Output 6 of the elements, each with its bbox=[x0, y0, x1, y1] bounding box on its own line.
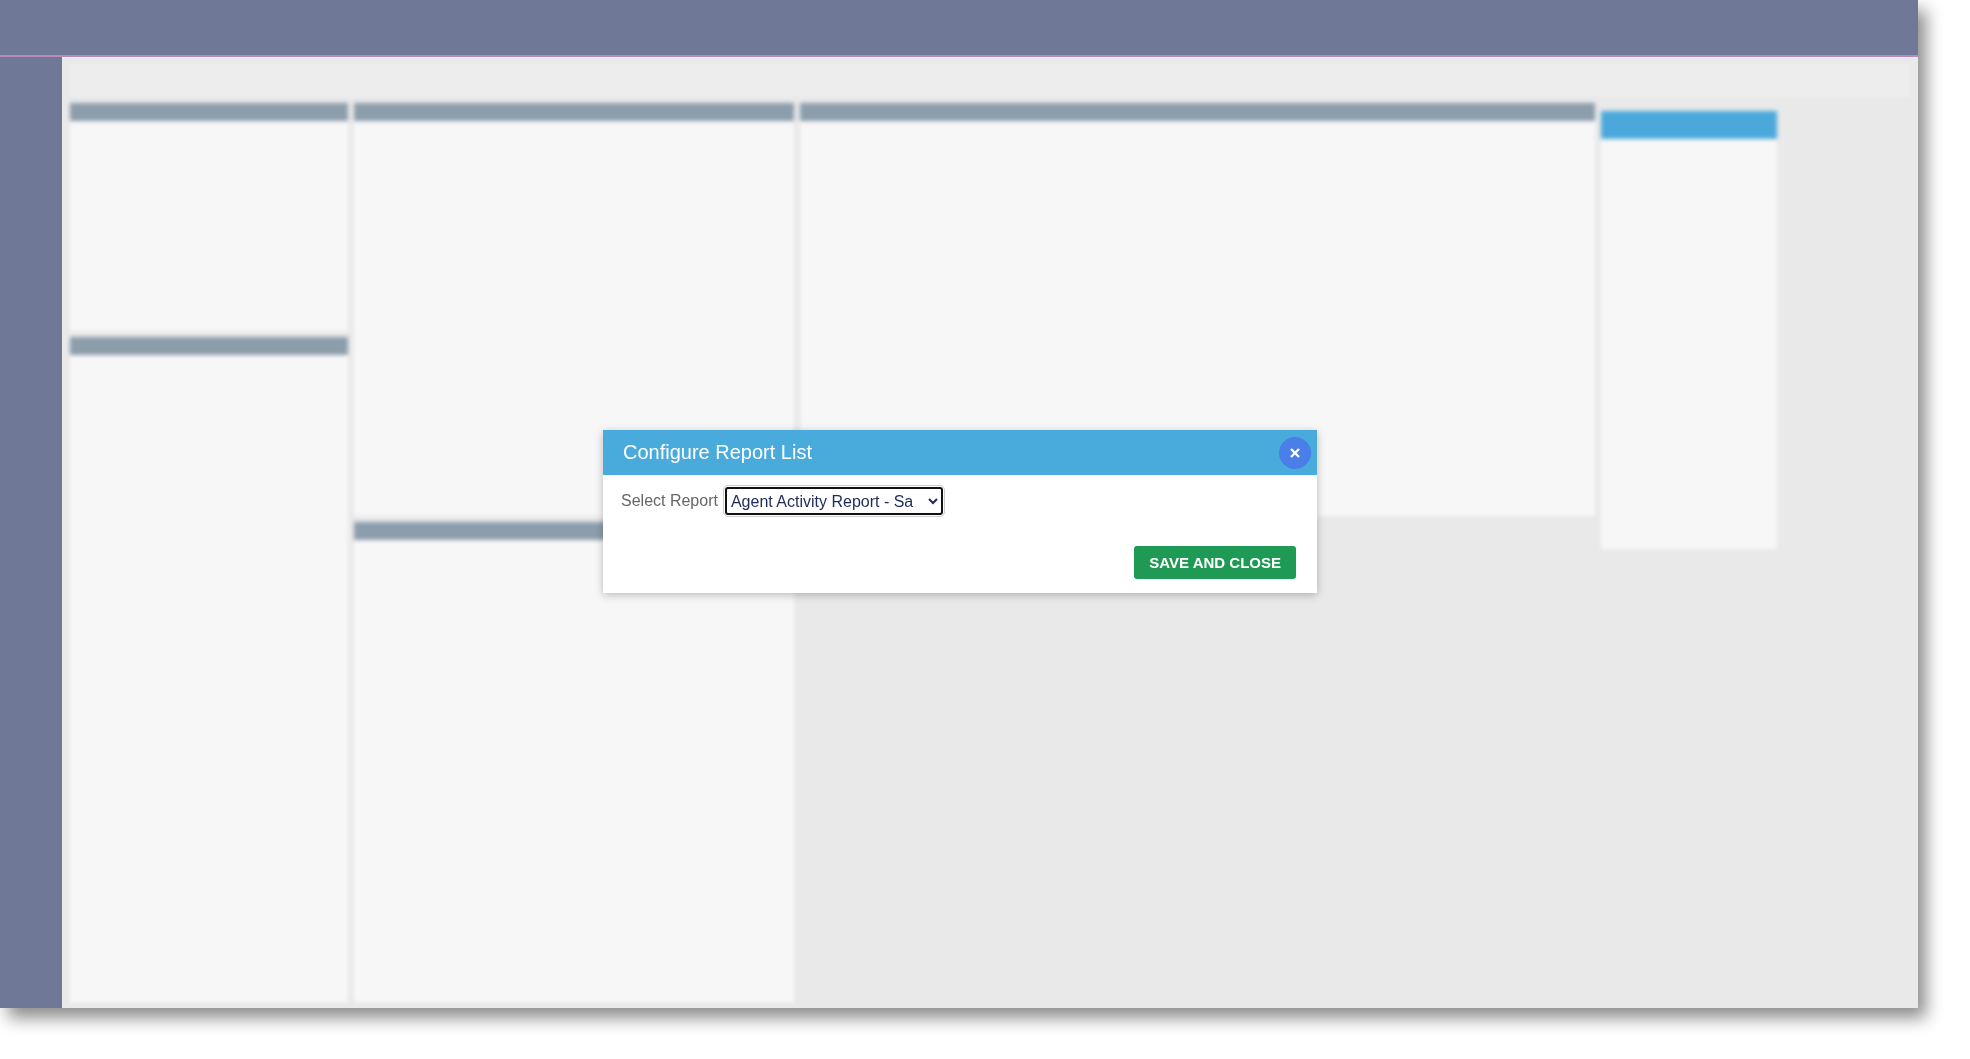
close-icon bbox=[1290, 447, 1300, 458]
report-select[interactable]: Agent Activity Report - Sa bbox=[724, 487, 943, 515]
close-button[interactable] bbox=[1279, 436, 1311, 469]
dialog-title: Configure Report List bbox=[623, 441, 812, 464]
field-label: Select Report bbox=[621, 492, 718, 510]
save-button[interactable]: SAVE AND CLOSE bbox=[1134, 546, 1296, 579]
